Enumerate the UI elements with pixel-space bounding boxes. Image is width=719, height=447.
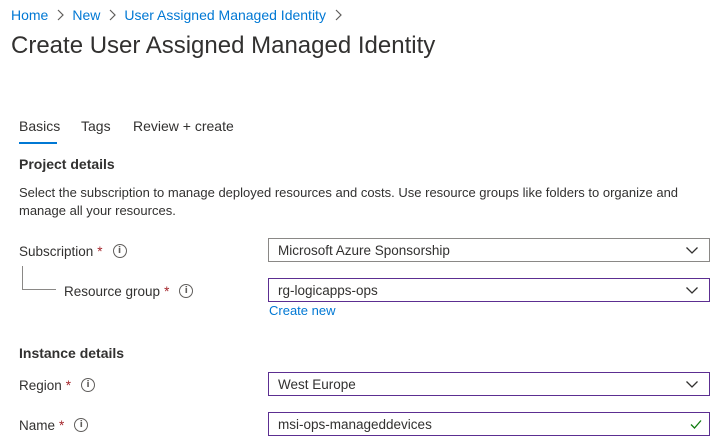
name-label: Name * i	[19, 416, 89, 434]
region-label: Region * i	[19, 376, 96, 394]
region-dropdown[interactable]: West Europe	[268, 372, 710, 396]
region-value: West Europe	[278, 376, 356, 392]
resource-group-dropdown[interactable]: rg-logicapps-ops	[268, 278, 710, 302]
required-marker: *	[65, 377, 72, 393]
project-details-description: Select the subscription to manage deploy…	[19, 185, 679, 218]
tab-tags[interactable]: Tags	[81, 118, 111, 138]
project-details-heading: Project details	[19, 156, 115, 172]
breadcrumb-new[interactable]: New	[72, 7, 100, 23]
name-input[interactable]: msi-ops-manageddevices	[268, 412, 710, 436]
tab-basics[interactable]: Basics	[19, 118, 60, 138]
name-value: msi-ops-manageddevices	[278, 416, 432, 432]
active-tab-indicator	[19, 142, 57, 144]
name-label-text: Name	[19, 417, 56, 433]
subscription-value: Microsoft Azure Sponsorship	[278, 242, 450, 258]
required-marker: *	[97, 243, 103, 259]
instance-details-heading: Instance details	[19, 345, 125, 361]
region-label-text: Region	[19, 377, 62, 393]
checkmark-icon	[690, 420, 702, 429]
resource-group-label: Resource group * i	[64, 282, 194, 300]
subscription-label: Subscription * i	[19, 242, 127, 260]
create-new-link[interactable]: Create new	[269, 303, 335, 318]
chevron-down-icon	[686, 287, 698, 294]
page-title: Create User Assigned Managed Identity	[11, 32, 436, 59]
required-marker: *	[59, 417, 65, 433]
tab-review-create[interactable]: Review + create	[133, 118, 234, 138]
subscription-label-text: Subscription	[19, 243, 94, 259]
info-icon[interactable]: i	[74, 418, 89, 432]
chevron-down-icon	[686, 247, 698, 254]
breadcrumb-user-assigned-managed-identity[interactable]: User Assigned Managed Identity	[124, 7, 326, 23]
info-icon[interactable]: i	[112, 244, 127, 258]
breadcrumb: Home New User Assigned Managed Identity	[11, 6, 350, 24]
chevron-right-icon	[57, 9, 65, 21]
info-icon[interactable]: i	[179, 284, 194, 298]
resource-group-label-text: Resource group	[64, 283, 161, 299]
chevron-right-icon	[335, 9, 342, 21]
required-marker: *	[164, 283, 170, 299]
info-icon[interactable]: i	[81, 378, 96, 392]
chevron-down-icon	[686, 381, 698, 388]
breadcrumb-home[interactable]: Home	[11, 7, 48, 23]
tree-connector	[22, 266, 56, 290]
chevron-right-icon	[109, 9, 117, 21]
resource-group-value: rg-logicapps-ops	[278, 282, 378, 298]
subscription-dropdown[interactable]: Microsoft Azure Sponsorship	[268, 238, 710, 262]
